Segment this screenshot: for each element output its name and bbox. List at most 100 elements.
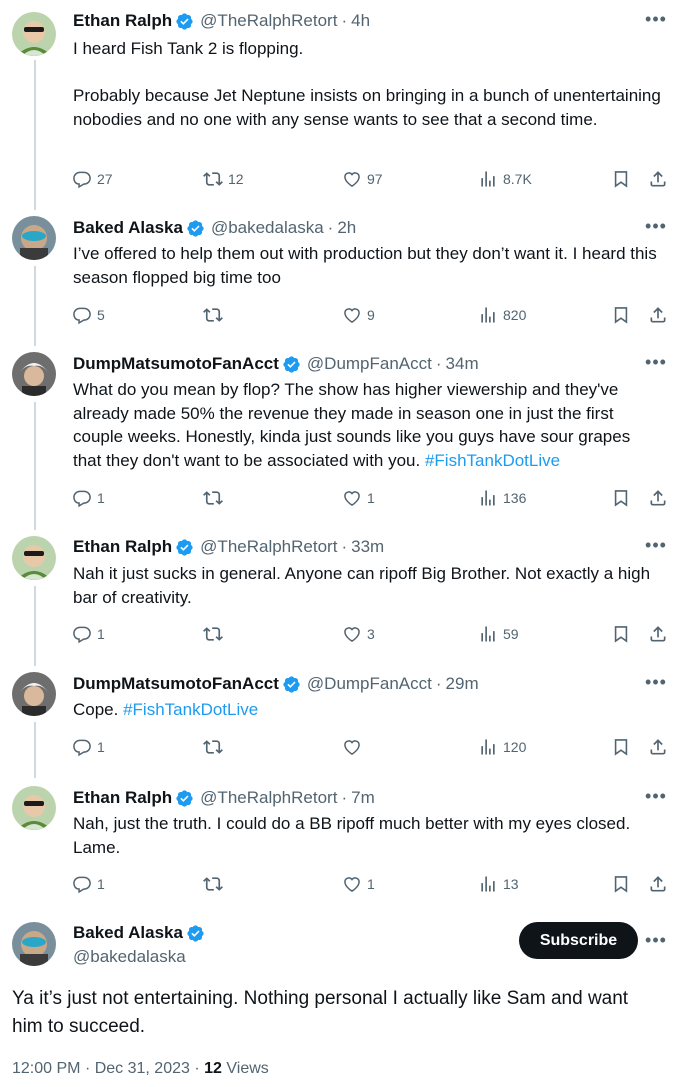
hashtag-link[interactable]: #FishTankDotLive — [425, 451, 560, 470]
main-author-handle[interactable]: @bakedalaska — [73, 947, 186, 967]
tweet-text: Nah, just the truth. I could do a BB rip… — [73, 812, 663, 859]
reply-button[interactable]: 1 — [72, 486, 105, 510]
author-name[interactable]: DumpMatsumotoFanAcct — [73, 674, 279, 694]
share-icon — [648, 624, 668, 644]
retweet-button[interactable] — [203, 486, 228, 510]
author-handle[interactable]: @DumpFanAcct — [307, 354, 432, 374]
reply-button[interactable]: 1 — [72, 872, 105, 896]
more-icon[interactable]: ••• — [645, 217, 667, 243]
share-button[interactable] — [648, 167, 668, 191]
avatar[interactable] — [12, 536, 56, 580]
bookmark-button[interactable] — [611, 622, 631, 646]
tweet-time[interactable]: 34m — [446, 354, 479, 374]
tweet-header: DumpMatsumotoFanAcct @DumpFanAcct · 29m — [73, 673, 479, 695]
tweet-time[interactable]: 33m — [351, 537, 384, 557]
reply-count: 1 — [97, 490, 105, 506]
reply-button[interactable]: 27 — [72, 167, 113, 191]
more-icon[interactable]: ••• — [645, 673, 667, 699]
like-button[interactable]: 1 — [342, 872, 375, 896]
bookmark-button[interactable] — [611, 735, 631, 759]
header-separator: · — [435, 674, 442, 693]
more-icon[interactable]: ••• — [645, 536, 667, 562]
retweet-button[interactable] — [203, 872, 228, 896]
retweet-icon — [203, 624, 223, 644]
share-button[interactable] — [648, 303, 668, 327]
tweet-header: DumpMatsumotoFanAcct @DumpFanAcct · 34m — [73, 353, 479, 375]
retweet-button[interactable] — [203, 622, 228, 646]
views-icon — [478, 488, 498, 508]
tweet-time[interactable]: 2h — [337, 218, 356, 238]
more-icon[interactable]: ••• — [645, 353, 667, 379]
like-button[interactable]: 1 — [342, 486, 375, 510]
tweet-time[interactable]: 12:00 PM — [12, 1060, 80, 1077]
avatar[interactable] — [12, 786, 56, 830]
share-button[interactable] — [648, 872, 668, 896]
author-handle[interactable]: @TheRalphRetort — [200, 537, 337, 557]
views-button[interactable]: 120 — [478, 735, 526, 759]
header-separator: · — [341, 11, 348, 30]
reply-button[interactable]: 1 — [72, 735, 105, 759]
like-button[interactable]: 97 — [342, 167, 383, 191]
retweet-button[interactable] — [203, 735, 228, 759]
bookmark-button[interactable] — [611, 167, 631, 191]
author-name[interactable]: DumpMatsumotoFanAcct — [73, 354, 279, 374]
more-icon[interactable]: ••• — [645, 787, 667, 813]
subscribe-button[interactable]: Subscribe — [519, 922, 638, 959]
avatar[interactable] — [12, 922, 56, 966]
tweet-time[interactable]: 29m — [446, 674, 479, 694]
more-icon[interactable]: ••• — [645, 10, 667, 36]
author-handle[interactable]: @TheRalphRetort — [200, 788, 337, 808]
reply-count: 1 — [97, 739, 105, 755]
view-count: 13 — [503, 876, 519, 892]
tweet-time[interactable]: 4h — [351, 11, 370, 31]
bookmark-button[interactable] — [611, 486, 631, 510]
avatar[interactable] — [12, 352, 56, 396]
author-name[interactable]: Baked Alaska — [73, 923, 183, 943]
author-handle[interactable]: @TheRalphRetort — [200, 11, 337, 31]
thread-line — [34, 60, 36, 210]
author-name[interactable]: Ethan Ralph — [73, 537, 172, 557]
views-button[interactable]: 13 — [478, 872, 519, 896]
share-button[interactable] — [648, 486, 668, 510]
bookmark-button[interactable] — [611, 872, 631, 896]
retweet-button[interactable]: 12 — [203, 167, 244, 191]
author-handle[interactable]: @bakedalaska — [211, 218, 324, 238]
tweet-date[interactable]: Dec 31, 2023 — [95, 1060, 190, 1077]
share-icon — [648, 305, 668, 325]
like-button[interactable]: 9 — [342, 303, 375, 327]
retweet-icon — [203, 488, 223, 508]
author-name[interactable]: Ethan Ralph — [73, 788, 172, 808]
author-name[interactable]: Ethan Ralph — [73, 11, 172, 31]
author-name[interactable]: Baked Alaska — [73, 218, 183, 238]
bookmark-button[interactable] — [611, 303, 631, 327]
views-button[interactable]: 820 — [478, 303, 526, 327]
share-button[interactable] — [648, 622, 668, 646]
tweet-text: Cope. #FishTankDotLive — [73, 698, 663, 722]
avatar[interactable] — [12, 216, 56, 260]
retweet-button[interactable] — [203, 303, 228, 327]
tweet-actions: 1 1 13 — [72, 872, 672, 896]
author-handle[interactable]: @DumpFanAcct — [307, 674, 432, 694]
hashtag-link[interactable]: #FishTankDotLive — [123, 700, 258, 719]
thread-line — [34, 722, 36, 778]
tweet-text-content: Cope. — [73, 700, 124, 719]
avatar[interactable] — [12, 12, 56, 56]
main-author-name[interactable]: Baked Alaska — [73, 923, 205, 943]
tweet-time[interactable]: 7m — [351, 788, 375, 808]
more-icon[interactable]: ••• — [645, 931, 667, 957]
view-count: 8.7K — [503, 171, 532, 187]
reply-button[interactable]: 5 — [72, 303, 105, 327]
avatar[interactable] — [12, 672, 56, 716]
views-button[interactable]: 8.7K — [478, 167, 532, 191]
like-button[interactable] — [342, 735, 367, 759]
like-button[interactable]: 3 — [342, 622, 375, 646]
reply-count: 27 — [97, 171, 113, 187]
meta-separator: · — [84, 1060, 91, 1077]
reply-button[interactable]: 1 — [72, 622, 105, 646]
tweet-text-content: I heard Fish Tank 2 is flopping. Probabl… — [73, 39, 661, 129]
views-button[interactable]: 136 — [478, 486, 526, 510]
view-count: 120 — [503, 739, 527, 755]
views-button[interactable]: 59 — [478, 622, 519, 646]
share-button[interactable] — [648, 735, 668, 759]
reply-count: 5 — [97, 307, 105, 323]
